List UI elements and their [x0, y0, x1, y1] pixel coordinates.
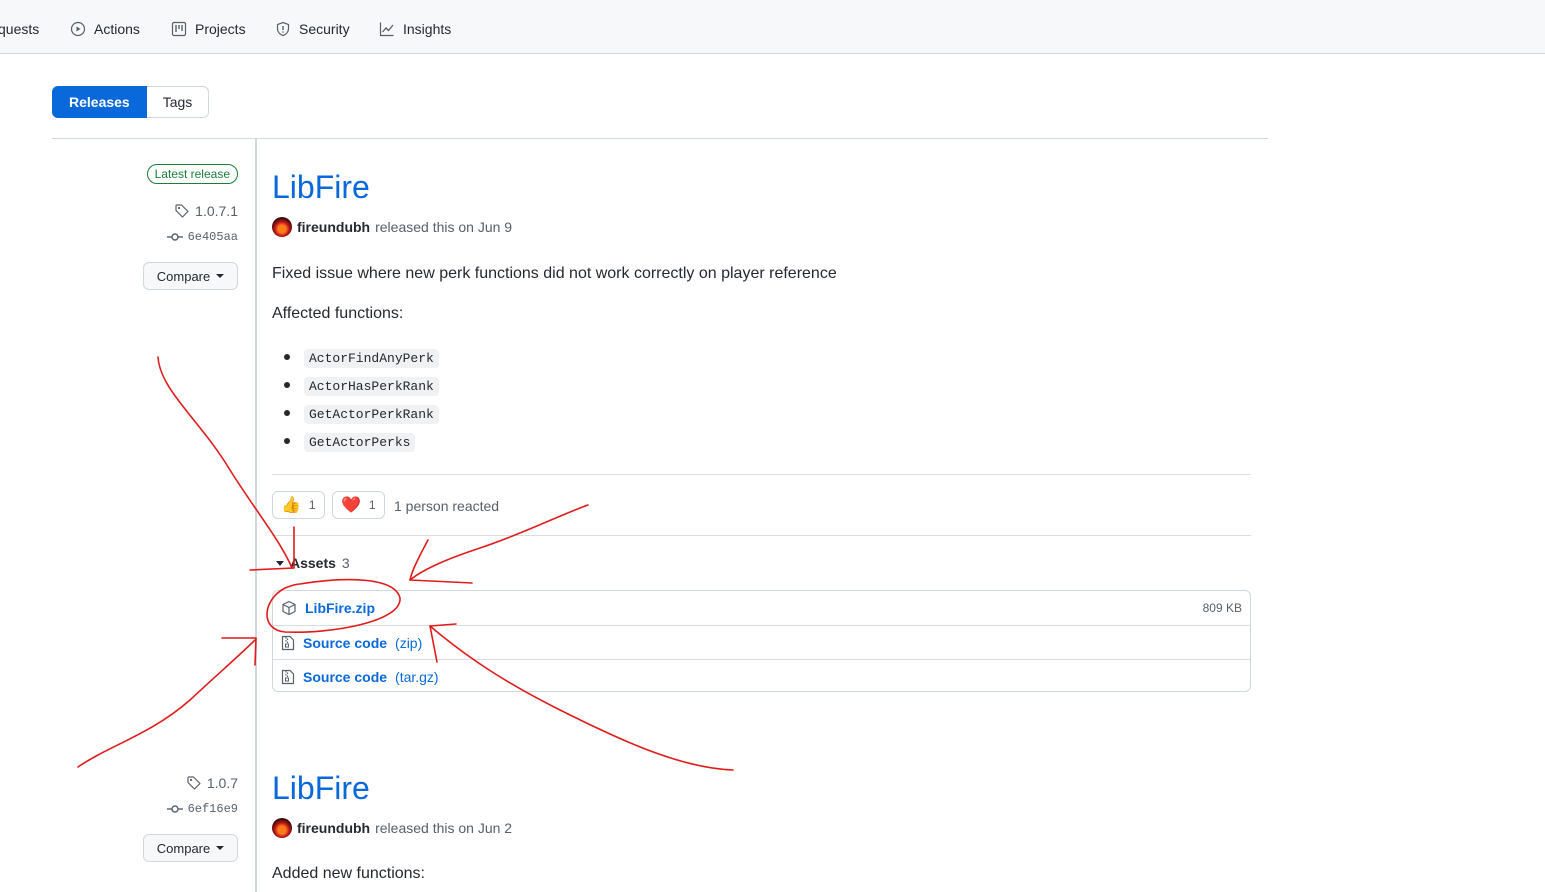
- divider: [272, 474, 1251, 475]
- list-item: ActorFindAnyPerk: [284, 344, 439, 372]
- function-name: GetActorPerkRank: [304, 404, 439, 424]
- file-zip-icon: [281, 635, 295, 650]
- asset-name: Source code: [303, 634, 388, 651]
- reacted-summary: 1 person reacted: [394, 498, 500, 514]
- graph-icon: [379, 22, 394, 37]
- nav-projects[interactable]: Projects: [171, 19, 246, 39]
- list-item: GetActorPerks: [284, 428, 439, 456]
- source-code-zip-link[interactable]: Source code (zip): [281, 635, 422, 651]
- nav-security-label: Security: [299, 21, 350, 37]
- nav-security[interactable]: Security: [275, 19, 350, 39]
- reaction-count: 1: [368, 498, 376, 512]
- asset-row: Source code (zip): [273, 625, 1250, 659]
- list-item: GetActorPerkRank: [284, 400, 439, 428]
- list-item: ActorHasPerkRank: [284, 372, 439, 400]
- releases-tags-switcher: Releases Tags: [52, 86, 210, 118]
- function-name: ActorFindAnyPerk: [304, 348, 439, 368]
- reaction-heart[interactable]: ❤️ 1: [332, 491, 385, 519]
- asset-ext: (tar.gz): [395, 668, 439, 685]
- chevron-down-icon: [216, 274, 225, 278]
- tab-releases[interactable]: Releases: [52, 86, 147, 118]
- release-description: Fixed issue where new perk functions did…: [272, 265, 837, 282]
- nav-actions[interactable]: Actions: [70, 19, 140, 39]
- reaction-thumbs-up[interactable]: 👍 1: [272, 491, 325, 519]
- release-description: Added new functions:: [272, 865, 425, 882]
- asset-ext: (zip): [395, 634, 423, 651]
- asset-name: LibFire.zip: [305, 600, 375, 616]
- assets-toggle[interactable]: Assets 3: [276, 555, 350, 571]
- annotation-overlay: [77, 356, 734, 771]
- tab-tags[interactable]: Tags: [146, 86, 210, 118]
- release-byline: fireundubh released this on Jun 9: [272, 217, 512, 237]
- release-tag[interactable]: 1.0.7.1: [174, 203, 238, 219]
- compare-button[interactable]: Compare: [143, 262, 238, 290]
- functions-list: ActorFindAnyPerk ActorHasPerkRank GetAct…: [284, 344, 439, 456]
- file-zip-icon: [281, 669, 295, 684]
- asset-row: LibFire.zip 809 KB: [273, 591, 1250, 625]
- latest-release-badge: Latest release: [146, 164, 238, 184]
- commit-icon: [166, 233, 183, 241]
- divider: [272, 535, 1251, 536]
- release-commit-sha: 6ef16e9: [187, 802, 238, 816]
- author-link[interactable]: fireundubh: [297, 820, 370, 836]
- triangle-down-icon: [276, 560, 284, 566]
- assets-list: LibFire.zip 809 KB Source code (zip) Sou…: [272, 590, 1251, 692]
- asset-row: Source code (tar.gz): [273, 659, 1250, 693]
- heart-icon: ❤️: [341, 497, 361, 514]
- released-date: released this on Jun 9: [375, 219, 513, 235]
- commit-icon: [166, 805, 183, 813]
- compare-button-label: Compare: [156, 268, 211, 284]
- nav-insights[interactable]: Insights: [379, 19, 451, 39]
- annotation-arrow: [221, 637, 257, 666]
- nav-insights-label: Insights: [403, 21, 452, 37]
- nav-pull-requests-label: quests: [0, 21, 40, 37]
- timeline-line: [255, 139, 257, 892]
- release-tag-label: 1.0.7: [206, 775, 238, 791]
- compare-button[interactable]: Compare: [143, 834, 238, 862]
- compare-button-label: Compare: [156, 840, 211, 856]
- release-byline: fireundubh released this on Jun 2: [272, 818, 512, 838]
- nav-projects-label: Projects: [195, 21, 246, 37]
- chevron-down-icon: [216, 846, 225, 850]
- function-name: ActorHasPerkRank: [304, 376, 439, 396]
- annotation-arrow: [409, 504, 589, 581]
- function-name: GetActorPerks: [304, 432, 416, 452]
- reaction-count: 1: [308, 498, 316, 512]
- release-tag-label: 1.0.7.1: [195, 203, 238, 219]
- divider: [52, 138, 1268, 139]
- annotation-arrow: [77, 639, 256, 768]
- project-board-icon: [171, 21, 187, 37]
- assets-label: Assets: [290, 555, 336, 571]
- source-code-targz-link[interactable]: Source code (tar.gz): [281, 669, 439, 685]
- nav-pull-requests[interactable]: quests: [0, 19, 39, 39]
- release-title[interactable]: LibFire: [272, 169, 370, 206]
- nav-actions-label: Actions: [94, 21, 140, 37]
- tag-icon: [175, 204, 189, 218]
- play-circle-icon: [70, 21, 86, 37]
- avatar[interactable]: [272, 217, 292, 237]
- release-commit[interactable]: 6e405aa: [166, 230, 238, 244]
- release-commit-sha: 6e405aa: [187, 230, 238, 244]
- thumbs-up-icon: 👍: [281, 497, 301, 514]
- affected-functions-label: Affected functions:: [272, 305, 404, 322]
- release-commit[interactable]: 6ef16e9: [166, 802, 238, 816]
- avatar[interactable]: [272, 818, 292, 838]
- repo-nav: quests Actions Projects Security Insight…: [0, 0, 1545, 54]
- release-tag[interactable]: 1.0.7: [186, 775, 238, 791]
- asset-link[interactable]: LibFire.zip: [281, 600, 375, 616]
- asset-name: Source code: [303, 668, 388, 685]
- annotation-arrow: [157, 356, 293, 569]
- tag-icon: [187, 776, 201, 790]
- shield-icon: [276, 21, 290, 37]
- package-icon: [282, 600, 296, 616]
- annotation-arrow: [409, 539, 473, 584]
- released-date: released this on Jun 2: [375, 820, 513, 836]
- assets-count: 3: [341, 555, 350, 571]
- release-title[interactable]: LibFire: [272, 770, 370, 807]
- asset-size: 809 KB: [1202, 601, 1242, 615]
- author-link[interactable]: fireundubh: [297, 219, 370, 235]
